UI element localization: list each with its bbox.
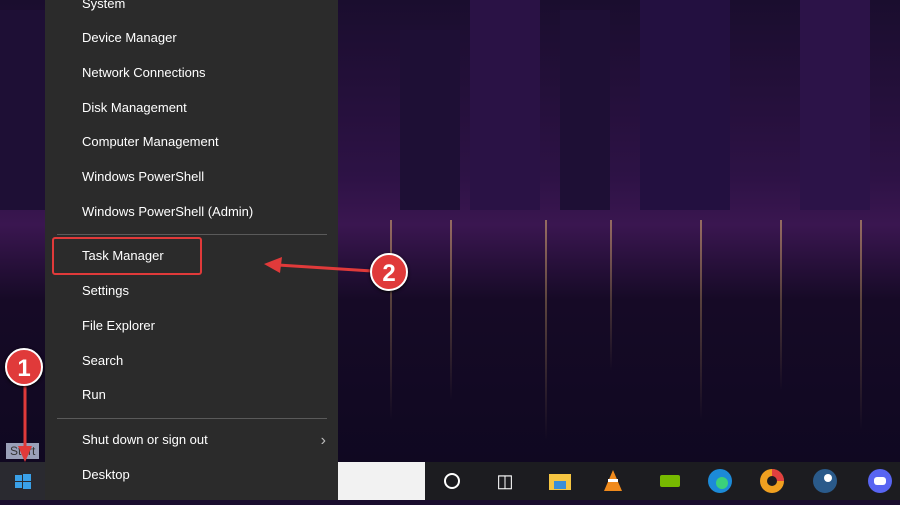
menu-item-desktop[interactable]: Desktop — [82, 460, 332, 490]
task-manager-highlight — [52, 237, 202, 275]
menu-separator — [57, 418, 327, 419]
edge-icon[interactable] — [705, 466, 735, 496]
menu-item-computer-management[interactable]: Computer Management — [82, 127, 332, 157]
menu-item-settings[interactable]: Settings — [82, 276, 332, 306]
task-view-icon[interactable]: ◫ — [490, 466, 520, 496]
step-2-badge: 2 — [370, 253, 408, 291]
steam-icon[interactable] — [810, 466, 840, 496]
discord-icon[interactable] — [865, 466, 895, 496]
step-2-arrow — [264, 257, 373, 273]
windows-logo-icon — [15, 474, 31, 489]
edge-canary-icon[interactable] — [757, 466, 787, 496]
vlc-icon[interactable] — [598, 466, 628, 496]
menu-item-shut-down[interactable]: Shut down or sign out — [82, 425, 332, 455]
start-button[interactable] — [0, 462, 45, 500]
nvidia-icon[interactable] — [655, 466, 685, 496]
menu-item-system[interactable]: System — [82, 0, 332, 19]
cortana-icon[interactable] — [437, 466, 467, 496]
file-explorer-icon[interactable] — [545, 466, 575, 496]
menu-item-run[interactable]: Run — [82, 380, 332, 410]
menu-item-network-connections[interactable]: Network Connections — [82, 58, 332, 88]
menu-item-file-explorer[interactable]: File Explorer — [82, 311, 332, 341]
step-1-arrow — [18, 386, 32, 462]
menu-separator — [57, 234, 327, 235]
menu-item-windows-powershell[interactable]: Windows PowerShell — [82, 162, 332, 192]
taskbar-search-box[interactable] — [338, 462, 425, 500]
menu-item-search[interactable]: Search — [82, 346, 332, 376]
menu-item-disk-management[interactable]: Disk Management — [82, 93, 332, 123]
menu-item-device-manager[interactable]: Device Manager — [82, 23, 332, 53]
menu-item-windows-powershell-admin[interactable]: Windows PowerShell (Admin) — [82, 197, 332, 227]
chevron-right-icon: › — [320, 432, 326, 449]
step-1-badge: 1 — [5, 348, 43, 386]
